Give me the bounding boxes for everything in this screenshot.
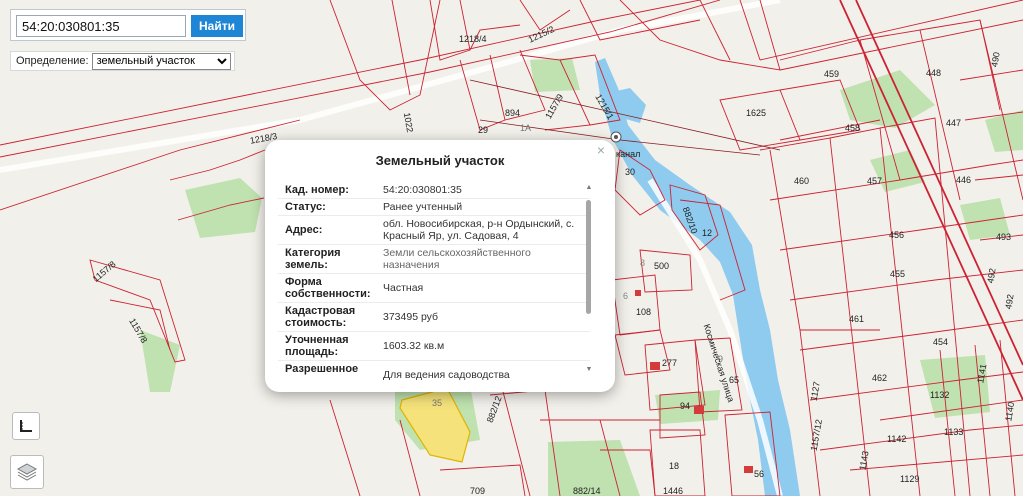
- info-row: Категория земель: Земли сельскохозяйстве…: [278, 245, 590, 274]
- parcel-label: 30: [625, 167, 635, 177]
- info-label: Уточненная площадь:: [285, 334, 349, 358]
- parcel-label: 1218/4: [459, 34, 487, 44]
- definition-select[interactable]: земельный участок: [91, 52, 231, 70]
- parcel-label: 1142: [887, 434, 906, 444]
- parcel-info-popup: × Земельный участок Кад. номер: 54:20:03…: [265, 140, 615, 392]
- info-value: Земли сельскохозяйственного назначения: [383, 247, 531, 271]
- info-row: Кадастровая стоимость: 373495 руб: [278, 303, 590, 332]
- layers-icon: [16, 463, 38, 481]
- parcel-label: 458: [845, 123, 860, 133]
- parcel-label: 894: [505, 108, 520, 118]
- info-row: Кад. номер: 54:20:030801:35: [278, 182, 590, 199]
- parcel-label: 8: [640, 258, 645, 268]
- parcel-label: 277: [662, 358, 677, 368]
- parcel-label: 1446: [663, 486, 683, 496]
- parcel-label: 1625: [746, 108, 766, 118]
- info-row: Разрешенное Для ведения садоводства: [278, 361, 590, 382]
- parcel-label: 1133: [944, 427, 963, 437]
- popup-title: Земельный участок: [375, 153, 505, 168]
- parcel-label: 460: [794, 176, 809, 186]
- parcel-label: 500: [654, 261, 669, 271]
- search-button[interactable]: Найти: [191, 15, 243, 37]
- parcel-label: 493: [996, 232, 1011, 242]
- parcel-label: 462: [872, 373, 887, 383]
- parcel-info-table: Кад. номер: 54:20:030801:35 Статус: Ране…: [278, 182, 590, 382]
- info-value: Частная: [383, 282, 424, 294]
- parcel-label: 882/14: [573, 486, 601, 496]
- parcel-label: 56: [754, 469, 764, 479]
- scroll-up-icon[interactable]: ▲: [584, 184, 594, 192]
- info-row: Адрес: обл. Новосибирская, р-н Ордынский…: [278, 216, 590, 245]
- info-value: 373495 руб: [383, 311, 439, 323]
- info-value: 1603.32 кв.м: [383, 340, 445, 352]
- parcel-label: 29: [478, 125, 488, 135]
- info-label: Кадастровая стоимость:: [285, 305, 356, 329]
- parcel-label: 454: [933, 337, 948, 347]
- parcel-label: 35: [432, 398, 442, 408]
- parcel-label: 457: [867, 176, 882, 186]
- info-label: Статус:: [285, 201, 326, 213]
- street-label: канал: [616, 149, 640, 159]
- definition-panel: Определение: земельный участок: [10, 51, 235, 71]
- parcel-label: 456: [889, 230, 904, 240]
- info-label: Категория земель:: [285, 247, 341, 271]
- info-row: Форма собственности: Частная: [278, 274, 590, 303]
- info-value: 54:20:030801:35: [383, 184, 462, 196]
- parcel-label: 108: [636, 307, 651, 317]
- scroll-down-icon[interactable]: ▼: [584, 366, 594, 374]
- info-row: Уточненная площадь: 1603.32 кв.м: [278, 332, 590, 361]
- parcel-label: 94: [680, 401, 690, 411]
- info-row: Статус: Ранее учтенный: [278, 199, 590, 216]
- popup-scrollbar[interactable]: ▲ ▼: [584, 184, 594, 374]
- info-label: Форма собственности:: [285, 276, 371, 300]
- parcel-label: 455: [890, 269, 905, 279]
- parcel-label: 446: [956, 175, 971, 185]
- cadastral-number-input[interactable]: [16, 15, 186, 37]
- layers-button[interactable]: [10, 455, 44, 489]
- definition-label: Определение:: [16, 55, 89, 67]
- parcel-label: 709: [470, 486, 485, 496]
- info-value: Для ведения садоводства: [383, 369, 510, 381]
- parcel-label: 461: [849, 314, 864, 324]
- info-label: Кад. номер:: [285, 184, 349, 196]
- parcel-label: 12: [702, 228, 712, 238]
- parcel-label: 459: [824, 69, 839, 79]
- parcel-label: 448: [926, 68, 941, 78]
- info-label: Разрешенное: [285, 363, 359, 375]
- parcel-label: 1129: [900, 474, 919, 484]
- parcel-label: 1132: [930, 390, 949, 400]
- info-value: обл. Новосибирская, р-н Ордынский, с. Кр…: [383, 218, 575, 242]
- info-label: Адрес:: [285, 224, 323, 236]
- parcel-label: 1А: [520, 123, 531, 133]
- scroll-thumb[interactable]: [586, 200, 591, 314]
- parcel-label: 6: [623, 291, 628, 301]
- ruler-icon: [20, 420, 32, 432]
- measure-button[interactable]: [12, 412, 40, 440]
- parcel-label: 18: [669, 461, 679, 471]
- location-marker-icon: [610, 131, 622, 143]
- parcel-label: 447: [946, 118, 961, 128]
- search-panel: Найти: [10, 9, 246, 41]
- info-value: Ранее учтенный: [383, 201, 463, 213]
